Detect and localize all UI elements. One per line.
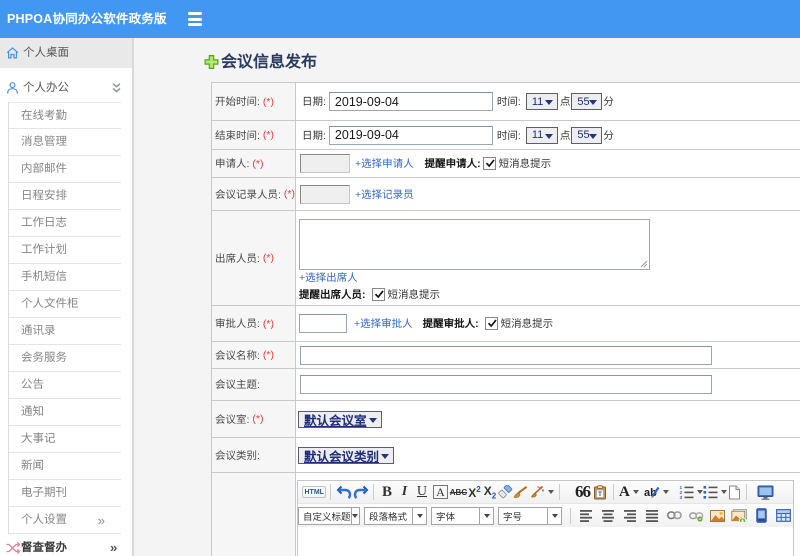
svg-text:T: T: [598, 491, 602, 498]
svg-text:3: 3: [680, 495, 683, 500]
